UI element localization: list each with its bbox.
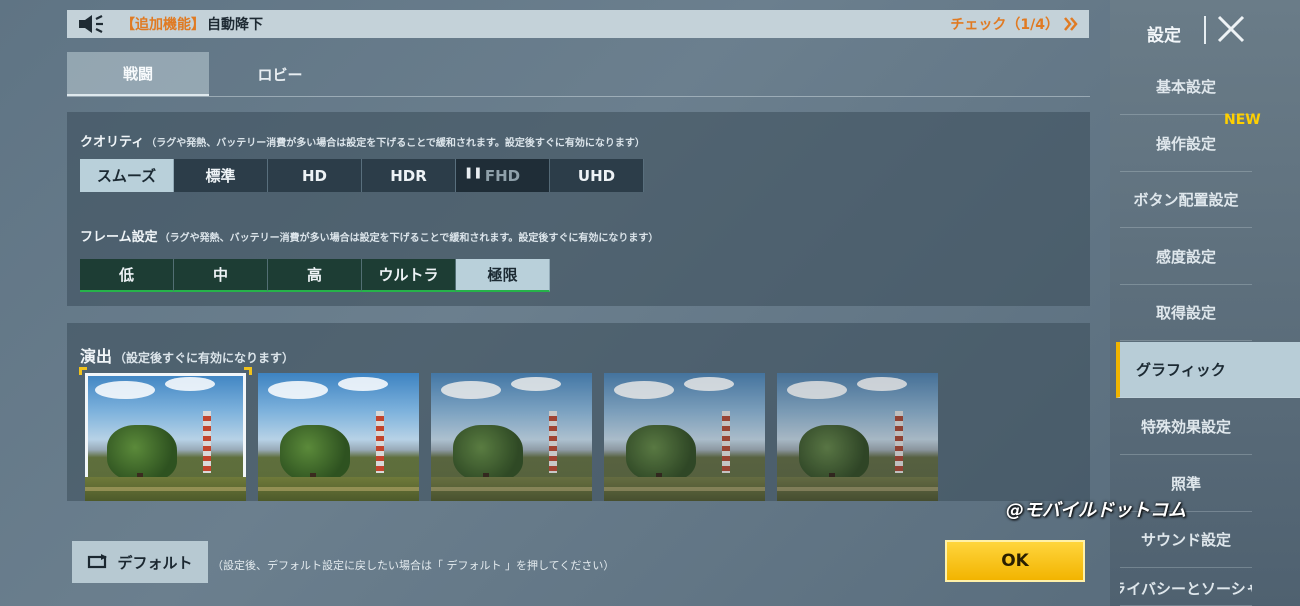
sidebar-item-effects[interactable]: 特殊効果設定 — [1120, 399, 1252, 455]
main-area: 【追加機能】 自動降下 チェック（1/4） 戦闘 ロビー クオリティ （ラグや発熱… — [0, 0, 1110, 606]
quality-option-smooth[interactable]: スムーズ — [80, 159, 174, 192]
quality-title: クオリティ — [80, 135, 145, 150]
ok-button[interactable]: OK — [945, 540, 1085, 582]
sidebar-header: 設定 — [1110, 0, 1300, 62]
frame-option-medium[interactable]: 中 — [174, 259, 268, 292]
frame-title: フレーム設定 — [80, 230, 158, 245]
default-button[interactable]: デフォルト — [72, 541, 208, 583]
scene-note: （設定後すぐに有効になります） — [114, 351, 295, 365]
close-icon[interactable] — [1216, 14, 1246, 44]
frame-title-row: フレーム設定 （ラグや発熱、バッテリー消費が多い場合は設定を下げることで緩和されま… — [80, 226, 658, 245]
check-link[interactable]: チェック（1/4） — [950, 14, 1079, 34]
sidebar-item-graphics[interactable]: グラフィック — [1116, 342, 1300, 398]
pause-icon: ❚❚ — [464, 166, 483, 179]
announcement-tag: 【追加機能】 — [121, 17, 205, 33]
scene-thumbnail-1[interactable] — [85, 373, 246, 501]
frame-option-extreme[interactable]: 極限 — [456, 259, 550, 292]
quality-note: （ラグや発熱、バッテリー消費が多い場合は設定を下げることで緩和されます。設定後す… — [146, 138, 645, 149]
graphics-panel: クオリティ （ラグや発熱、バッテリー消費が多い場合は設定を下げることで緩和されます… — [67, 112, 1090, 306]
frame-option-ultra[interactable]: ウルトラ — [362, 259, 456, 292]
frame-note: （ラグや発熱、バッテリー消費が多い場合は設定を下げることで緩和されます。設定後す… — [159, 233, 659, 244]
scene-thumbnail-3[interactable] — [431, 373, 592, 501]
scene-thumbnail-5[interactable] — [777, 373, 938, 501]
sidebar-item-basic[interactable]: 基本設定 — [1120, 59, 1252, 115]
scene-title-row: 演出 （設定後すぐに有効になります） — [80, 343, 294, 367]
frame-option-high[interactable]: 高 — [268, 259, 362, 292]
header-divider — [1204, 16, 1206, 44]
tab-bar: 戦闘 ロビー — [67, 52, 1090, 97]
scene-thumbnail-4[interactable] — [604, 373, 765, 501]
watermark: @モバイルドットコム — [1006, 500, 1186, 521]
quality-title-row: クオリティ （ラグや発熱、バッテリー消費が多い場合は設定を下げることで緩和されます… — [80, 131, 645, 150]
quality-option-standard[interactable]: 標準 — [174, 159, 268, 192]
frame-option-low[interactable]: 低 — [80, 259, 174, 292]
sidebar-title: 設定 — [1147, 26, 1181, 46]
selection-corner-top-left — [79, 367, 87, 375]
quality-option-fhd[interactable]: ❚❚ FHD — [456, 159, 550, 192]
scene-panel: 演出 （設定後すぐに有効になります） — [67, 323, 1090, 501]
tab-battle[interactable]: 戦闘 — [67, 52, 209, 96]
sidebar-item-privacy[interactable]: プライバシーとソーシャル — [1120, 568, 1252, 606]
announcement-bar[interactable]: 【追加機能】 自動降下 チェック（1/4） — [67, 10, 1089, 38]
selection-corner-top-right — [244, 367, 252, 375]
new-badge: NEW — [1224, 112, 1261, 128]
sidebar-item-pickup[interactable]: 取得設定 — [1120, 285, 1252, 341]
sidebar-item-layout[interactable]: ボタン配置設定 — [1120, 172, 1252, 228]
default-button-label: デフォルト — [117, 553, 193, 572]
reset-icon — [88, 554, 108, 569]
check-label: チェック（1/4） — [950, 17, 1059, 33]
quality-option-hd[interactable]: HD — [268, 159, 362, 192]
default-note: （設定後、デフォルト設定に戻したい場合は「 デフォルト 」を押してください） — [212, 559, 615, 572]
scene-title: 演出 — [80, 347, 113, 366]
quality-option-fhd-label: FHD — [484, 166, 521, 185]
double-chevron-right-icon — [1064, 17, 1078, 31]
scene-thumbnails — [85, 373, 938, 501]
quality-option-uhd[interactable]: UHD — [550, 159, 644, 192]
announcement-message: 自動降下 — [207, 17, 263, 33]
tab-lobby[interactable]: ロビー — [209, 52, 351, 96]
quality-option-hdr[interactable]: HDR — [362, 159, 456, 192]
scene-thumbnail-2[interactable] — [258, 373, 419, 501]
frame-selector: 低 中 高 ウルトラ 極限 — [80, 259, 550, 292]
sidebar-item-sensitivity[interactable]: 感度設定 — [1120, 229, 1252, 285]
speaker-icon — [77, 13, 105, 35]
quality-selector: スムーズ 標準 HD HDR ❚❚ FHD UHD — [80, 159, 644, 192]
